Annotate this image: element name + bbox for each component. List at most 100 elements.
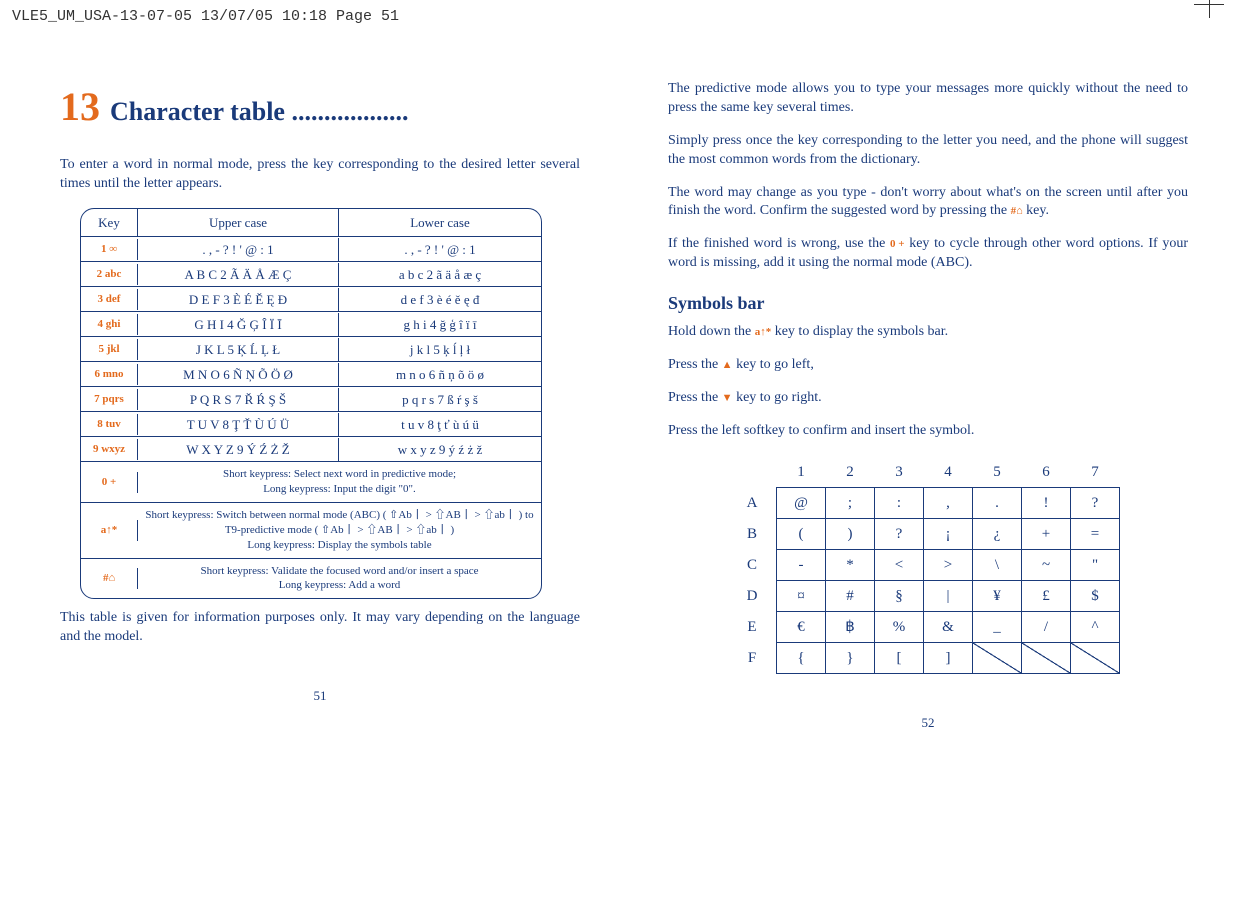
grid-cell: @ bbox=[777, 487, 826, 518]
grid-cell: < bbox=[875, 549, 924, 580]
table-row: 1 ∞. , - ? ! ' @ : 1. , - ? ! ' @ : 1 bbox=[81, 236, 541, 261]
table-row: 9 wxyzW X Y Z 9 Ý Ź Ż Žw x y z 9 ý ź ż ž bbox=[81, 436, 541, 461]
grid-cell: - bbox=[777, 549, 826, 580]
table-row: 2 abcA B C 2 Ã Ä Å Æ Ça b c 2 ã ä å æ ç bbox=[81, 261, 541, 286]
chapter-heading: 13 Character table .................. bbox=[60, 80, 580, 134]
character-table: KeyUpper caseLower case1 ∞. , - ? ! ' @ … bbox=[80, 208, 542, 599]
key-description: Short keypress: Validate the focused wor… bbox=[138, 559, 541, 599]
zero-key-icon: 0 + bbox=[890, 237, 905, 252]
grid-cell: { bbox=[777, 642, 826, 673]
grid-cell: > bbox=[924, 549, 973, 580]
page-spread: 13 Character table .................. To… bbox=[0, 0, 1248, 732]
grid-cell: ) bbox=[826, 518, 875, 549]
table-row: 8 tuvT U V 8 Ţ Ť Ù Ú Üt u v 8 ţ ť ù ú ü bbox=[81, 411, 541, 436]
upper-chars: M N O 6 Ñ Ņ Õ Ö Ø bbox=[138, 363, 339, 387]
key-label: 4 ghi bbox=[81, 314, 138, 335]
grid-col-header: 7 bbox=[1071, 457, 1120, 488]
symbols-p2: Press the ▲ key to go left, bbox=[668, 356, 1188, 375]
table-header-lower: Lower case bbox=[339, 209, 541, 237]
grid-cell: : bbox=[875, 487, 924, 518]
left-page: 13 Character table .................. To… bbox=[60, 80, 580, 732]
s1-text-a: Hold down the bbox=[668, 324, 755, 339]
grid-cell: ¤ bbox=[777, 580, 826, 611]
grid-col-header: 5 bbox=[973, 457, 1022, 488]
star-key-icon: a↑* bbox=[755, 325, 772, 340]
predictive-p1: The predictive mode allows you to type y… bbox=[668, 80, 1188, 118]
p3-text-a: The word may change as you type - don't … bbox=[668, 185, 1188, 219]
print-header: VLE5_UM_USA-13-07-05 13/07/05 10:18 Page… bbox=[12, 8, 399, 25]
symbols-grid-wrap: 1234567A@;:,.!?B()?¡¿+=C-*<>\~"D¤#§|¥£$E… bbox=[728, 457, 1188, 674]
key-label: 3 def bbox=[81, 289, 138, 310]
table-row-special: #⌂Short keypress: Validate the focused w… bbox=[81, 558, 541, 599]
page-number-right: 52 bbox=[668, 714, 1188, 732]
grid-row-header: D bbox=[728, 580, 777, 611]
grid-cell: $ bbox=[1071, 580, 1120, 611]
s3-text-b: key to go right. bbox=[736, 390, 822, 405]
hash-key-icon: #⌂ bbox=[1011, 204, 1023, 219]
upper-chars: G H I 4 Ğ Ģ Î Ï Ī bbox=[138, 313, 339, 337]
grid-cell: \ bbox=[973, 549, 1022, 580]
key-label: 7 pqrs bbox=[81, 389, 138, 410]
upper-chars: P Q R S 7 Ř Ŕ Ş Š bbox=[138, 388, 339, 412]
grid-cell: ~ bbox=[1022, 549, 1071, 580]
predictive-p2: Simply press once the key corresponding … bbox=[668, 132, 1188, 170]
s1-text-b: key to display the symbols bar. bbox=[775, 324, 948, 339]
grid-cell: [ bbox=[875, 642, 924, 673]
down-arrow-icon: ▼ bbox=[722, 391, 733, 406]
symbols-p4: Press the left softkey to confirm and in… bbox=[668, 422, 1188, 441]
table-row: 7 pqrsP Q R S 7 Ř Ŕ Ş Šp q r s 7 ß ŕ ş š bbox=[81, 386, 541, 411]
grid-cell: } bbox=[826, 642, 875, 673]
grid-cell: ( bbox=[777, 518, 826, 549]
grid-row-header: E bbox=[728, 611, 777, 642]
grid-cell: ¥ bbox=[973, 580, 1022, 611]
lower-chars: g h i 4 ğ ģ î ï ī bbox=[339, 313, 541, 337]
grid-row-header: F bbox=[728, 642, 777, 673]
key-label: 5 jkl bbox=[81, 339, 138, 360]
key-label: #⌂ bbox=[81, 568, 138, 589]
intro-paragraph: To enter a word in normal mode, press th… bbox=[60, 156, 580, 194]
grid-cell: | bbox=[924, 580, 973, 611]
crop-marks bbox=[1188, 4, 1224, 26]
predictive-p3: The word may change as you type - don't … bbox=[668, 184, 1188, 222]
upper-chars: A B C 2 Ã Ä Å Æ Ç bbox=[138, 263, 339, 287]
table-row-special: 0 +Short keypress: Select next word in p… bbox=[81, 461, 541, 502]
right-page: The predictive mode allows you to type y… bbox=[668, 80, 1188, 732]
table-row: 5 jklJ K L 5 Ķ Ĺ Ļ Łj k l 5 ķ ĺ ļ ł bbox=[81, 336, 541, 361]
key-label: 0 + bbox=[81, 472, 138, 493]
grid-cell: * bbox=[826, 549, 875, 580]
grid-row-header: B bbox=[728, 518, 777, 549]
lower-chars: t u v 8 ţ ť ù ú ü bbox=[339, 413, 541, 437]
grid-cell-empty bbox=[1071, 642, 1120, 673]
lower-chars: p q r s 7 ß ŕ ş š bbox=[339, 388, 541, 412]
s2-text-a: Press the bbox=[668, 357, 722, 372]
chapter-number: 13 bbox=[60, 80, 100, 134]
key-label: a↑* bbox=[81, 520, 138, 541]
lower-chars: j k l 5 ķ ĺ ļ ł bbox=[339, 338, 541, 362]
symbols-p3: Press the ▼ key to go right. bbox=[668, 389, 1188, 408]
grid-cell: ] bbox=[924, 642, 973, 673]
page-number-left: 51 bbox=[60, 687, 580, 705]
symbols-bar-heading: Symbols bar bbox=[668, 291, 1188, 315]
grid-cell-empty bbox=[973, 642, 1022, 673]
grid-cell: / bbox=[1022, 611, 1071, 642]
key-label: 6 mno bbox=[81, 364, 138, 385]
grid-col-header: 2 bbox=[826, 457, 875, 488]
upper-chars: W X Y Z 9 Ý Ź Ż Ž bbox=[138, 438, 339, 462]
table-row: 3 defD E F 3 È É Ě Ę Đd e f 3 è é ě ę đ bbox=[81, 286, 541, 311]
grid-cell: & bbox=[924, 611, 973, 642]
grid-cell: = bbox=[1071, 518, 1120, 549]
table-header-key: Key bbox=[81, 209, 138, 237]
grid-cell: £ bbox=[1022, 580, 1071, 611]
symbols-grid: 1234567A@;:,.!?B()?¡¿+=C-*<>\~"D¤#§|¥£$E… bbox=[728, 457, 1120, 674]
lower-chars: m n o 6 ñ ņ õ ö ø bbox=[339, 363, 541, 387]
grid-cell: § bbox=[875, 580, 924, 611]
table-row-special: a↑*Short keypress: Switch between normal… bbox=[81, 502, 541, 558]
s3-text-a: Press the bbox=[668, 390, 722, 405]
predictive-p4: If the finished word is wrong, use the 0… bbox=[668, 235, 1188, 273]
table-row: 6 mnoM N O 6 Ñ Ņ Õ Ö Øm n o 6 ñ ņ õ ö ø bbox=[81, 361, 541, 386]
p4-text-a: If the finished word is wrong, use the bbox=[668, 236, 890, 251]
grid-col-header: 4 bbox=[924, 457, 973, 488]
grid-cell: + bbox=[1022, 518, 1071, 549]
grid-col-header: 1 bbox=[777, 457, 826, 488]
table-row: 4 ghiG H I 4 Ğ Ģ Î Ï Īg h i 4 ğ ģ î ï ī bbox=[81, 311, 541, 336]
